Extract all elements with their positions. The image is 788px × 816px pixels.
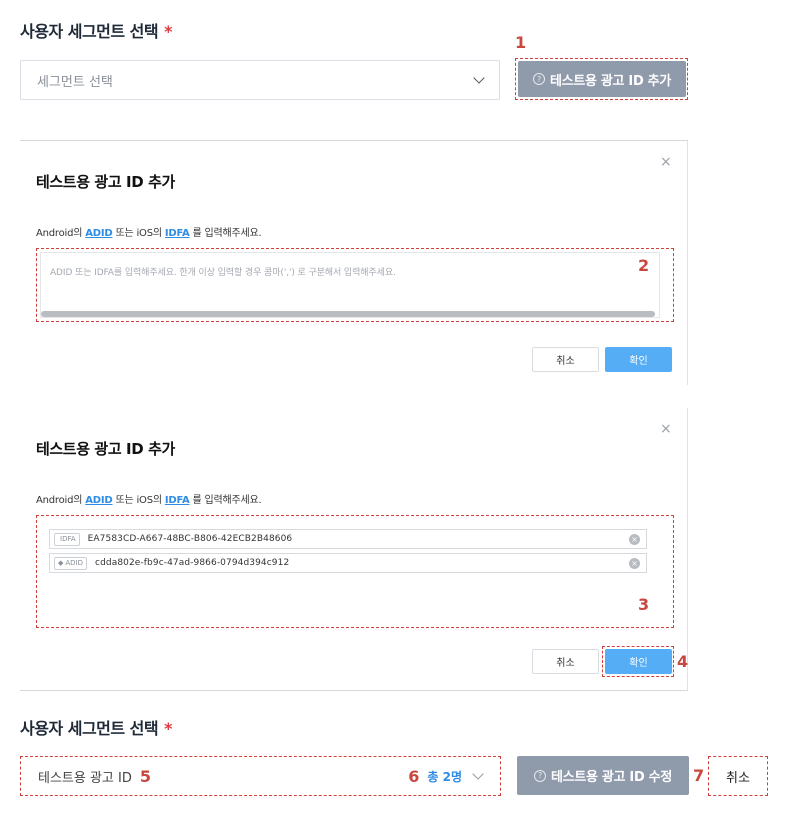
adid-link[interactable]: ADID [85,495,112,506]
confirm-button[interactable]: 확인 [605,347,672,372]
edit-test-ad-id-button[interactable]: ? 테스트용 광고 ID 수정 [517,756,689,795]
cancel-button[interactable]: 취소 [532,347,599,372]
remove-tag-icon[interactable]: × [629,557,640,569]
chevron-down-icon [473,72,485,84]
modal-top-divider [20,140,688,141]
adid-link[interactable]: ADID [85,228,112,239]
annotation-marker-3: 3 [638,595,650,614]
adid-badge: ◆ ADID [54,556,88,570]
help-icon: ? [534,769,546,782]
ad-id-value: cdda802e-fb9c-47ad-9866-0794d394c912 [95,558,290,568]
segment-select[interactable]: 테스트용 광고 ID 5 6 총 2명 [23,759,498,793]
ad-id-textarea-placeholder: ADID 또는 IDFA를 입력해주세요. 한개 이상 입력할 경우 콤마(',… [50,268,396,278]
idfa-badge: IDFA [54,532,80,546]
required-mark: * [164,719,172,738]
chevron-down-icon [472,768,484,780]
modal-bottom-divider [20,690,688,691]
cancel-edit-button[interactable]: 취소 [711,759,765,793]
segment-count-badge: 총 2명 [427,769,462,784]
add-test-ad-id-button[interactable]: ? 테스트용 광고 ID 추가 [518,61,686,97]
remove-tag-icon[interactable]: × [629,533,640,545]
idfa-link[interactable]: IDFA [165,228,190,239]
segment-select-placeholder: 세그먼트 선택 [37,74,113,90]
help-icon: ? [533,73,545,85]
ad-id-tag: ◆ ADID cdda802e-fb9c-47ad-9866-0794d394c9… [49,553,647,573]
annotation-marker-6: 6 [408,766,420,786]
modal-edge [687,141,688,385]
confirm-button[interactable]: 확인 [605,649,672,674]
segment-section-title: 사용자 세그먼트 선택 * [20,719,172,738]
annotation-marker-5: 5 [139,766,152,786]
ad-id-textarea[interactable]: ADID 또는 IDFA를 입력해주세요. 한개 이상 입력할 경우 콤마(',… [40,252,660,318]
close-icon[interactable]: × [660,154,672,170]
annotation-marker-4: 4 [677,652,689,671]
cancel-button[interactable]: 취소 [532,649,599,674]
horizontal-scrollbar[interactable] [41,311,655,317]
segment-selected-label: 테스트용 광고 ID [38,770,132,786]
ad-id-tag-list[interactable]: IDFA EA7583CD-A667-48BC-B806-42ECB2B4860… [40,519,670,624]
required-mark: * [164,22,172,41]
modal-title: 테스트용 광고 ID 추가 [36,440,175,458]
annotation-marker-7: 7 [693,766,705,785]
annotation-marker-2: 2 [638,256,650,275]
segment-section-title: 사용자 세그먼트 선택 * [20,22,172,41]
ad-id-tag: IDFA EA7583CD-A667-48BC-B806-42ECB2B4860… [49,529,647,549]
segment-select[interactable]: 세그먼트 선택 [20,60,500,100]
ad-id-value: EA7583CD-A667-48BC-B806-42ECB2B48606 [87,534,293,544]
annotation-marker-1: 1 [515,33,527,52]
idfa-link[interactable]: IDFA [165,495,190,506]
close-icon[interactable]: × [660,421,672,437]
modal-title: 테스트용 광고 ID 추가 [36,173,175,191]
modal-edge [687,408,688,690]
modal-description: Android의 ADID 또는 iOS의 IDFA 를 입력해주세요. [36,228,262,239]
modal-description: Android의 ADID 또는 iOS의 IDFA 를 입력해주세요. [36,495,262,506]
android-icon: ◆ [58,559,64,567]
